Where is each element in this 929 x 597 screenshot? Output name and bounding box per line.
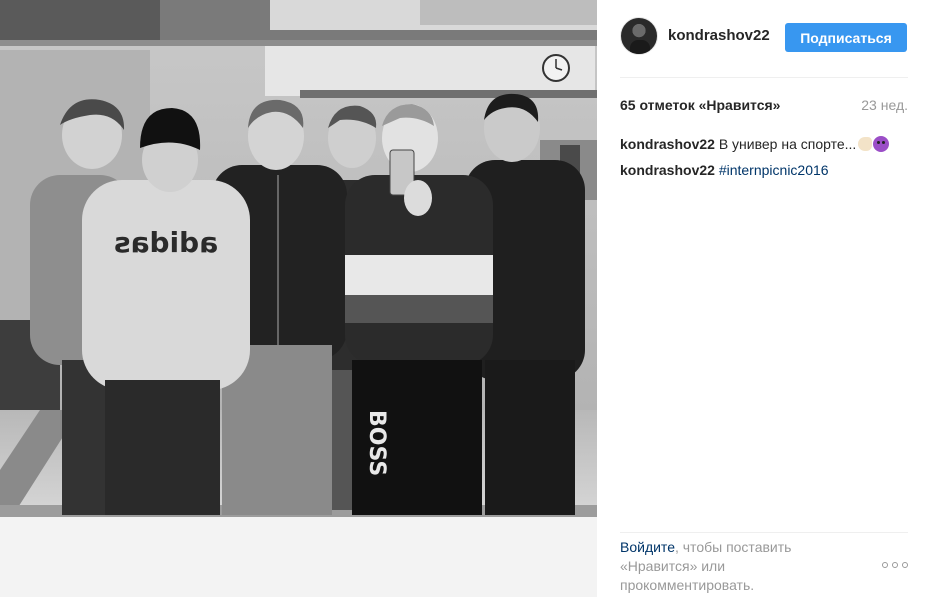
hashtag-link[interactable]: #internpicnic2016 [719, 162, 829, 178]
muscle-emoji-icon [858, 137, 873, 151]
more-options-icon[interactable] [882, 558, 908, 572]
comment-text: В универ на спорте... [718, 136, 857, 152]
mirror-edge [0, 517, 597, 597]
post-panel: kondrashov22 Подписаться 65 отметок «Нра… [620, 0, 908, 597]
post-header: kondrashov22 Подписаться [620, 17, 908, 59]
divider [620, 77, 908, 78]
pants-print: BOSS [364, 410, 389, 476]
avatar[interactable] [620, 17, 658, 55]
post-age[interactable]: 23 нед. [861, 97, 908, 113]
more-dot [902, 562, 908, 568]
likes-row: 65 отметок «Нравится» 23 нед. [620, 97, 908, 117]
comment-caption: kondrashov22 В универ на спорте... [620, 135, 908, 153]
comment-hashtag: kondrashov22 #internpicnic2016 [620, 161, 908, 179]
comment-username[interactable]: kondrashov22 [620, 162, 715, 178]
login-link[interactable]: Войдите [620, 539, 675, 555]
follow-button[interactable]: Подписаться [785, 23, 907, 52]
post-photo[interactable]: adidas BOSS [0, 0, 597, 597]
more-dot [882, 562, 888, 568]
username-link[interactable]: kondrashov22 [668, 27, 770, 44]
photo-illustration: adidas BOSS [0, 0, 597, 597]
divider [620, 532, 908, 533]
login-prompt: Войдите, чтобы поставить «Нравится» или … [620, 538, 850, 595]
more-dot [892, 562, 898, 568]
devil-emoji-icon [873, 136, 890, 152]
hoodie-print: adidas [114, 226, 218, 259]
likes-count[interactable]: 65 отметок «Нравится» [620, 97, 780, 113]
comment-username[interactable]: kondrashov22 [620, 136, 715, 152]
